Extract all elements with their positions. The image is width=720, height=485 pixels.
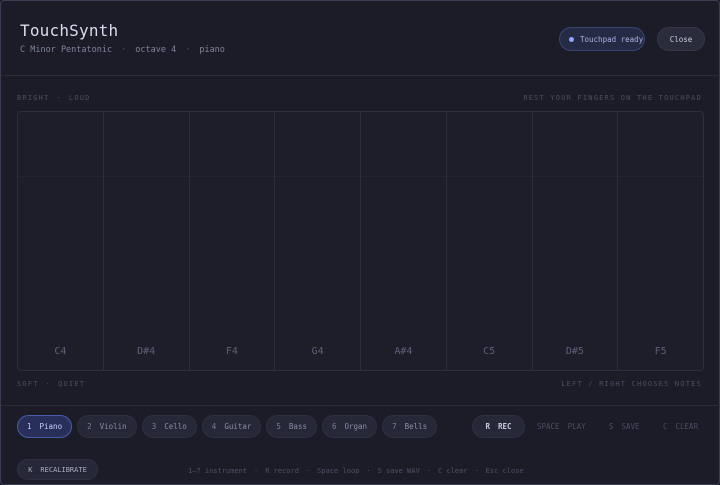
note-label: C5 bbox=[483, 346, 496, 357]
instrument-name: Guitar bbox=[224, 422, 252, 431]
header: TouchSynth C Minor Pentatonic · octave 4 · p… bbox=[1, 1, 720, 76]
shortcut-key: C bbox=[663, 422, 668, 431]
note-key[interactable]: C5 bbox=[446, 112, 533, 370]
shortcut-hint: Esc close bbox=[485, 467, 524, 475]
instrument-name: Cello bbox=[164, 422, 187, 431]
shortcut-key: K bbox=[28, 465, 33, 474]
shortcut-key: 6 bbox=[331, 422, 337, 431]
save-button[interactable]: S SAVE bbox=[609, 415, 640, 438]
loud-label: LOUD bbox=[68, 94, 91, 102]
instrument-name: Piano bbox=[39, 422, 63, 431]
instrument-name: Organ bbox=[344, 422, 368, 431]
instrument-organ-button[interactable]: 6 Organ bbox=[321, 415, 378, 438]
note-key[interactable]: A#4 bbox=[361, 112, 447, 370]
shortcut-key: 1 bbox=[27, 422, 32, 431]
note-label: D#4 bbox=[137, 346, 156, 357]
shortcut-key: 4 bbox=[211, 422, 217, 431]
quiet-label: QUIET bbox=[58, 380, 86, 388]
session-info: C Minor Pentatonic · octave 4 · piano bbox=[20, 45, 225, 55]
separator: · bbox=[56, 94, 62, 102]
grid-line bbox=[103, 176, 189, 177]
grid-line bbox=[532, 176, 618, 177]
note-label: C4 bbox=[54, 346, 67, 357]
instrument-selector: 1 Piano 2 Violin 3 Cello 4 Guitar 5 Bass 6 Org… bbox=[17, 415, 438, 438]
recalibrate-button[interactable]: K RECALIBRATE bbox=[17, 459, 98, 480]
shortcut-hint: Space loop bbox=[317, 467, 360, 475]
clear-button[interactable]: C CLEAR bbox=[663, 415, 698, 438]
app-title: TouchSynth bbox=[20, 21, 119, 40]
status-badge: Touchpad ready bbox=[559, 27, 645, 51]
shortcut-key: S bbox=[609, 422, 614, 431]
shortcut-key: 2 bbox=[87, 422, 92, 431]
separator: · bbox=[121, 45, 127, 55]
separator: · bbox=[474, 467, 479, 475]
shortcut-key: 3 bbox=[151, 422, 157, 431]
record-label: REC bbox=[497, 422, 512, 431]
separator: · bbox=[366, 467, 371, 475]
record-button[interactable]: R REC bbox=[472, 415, 525, 438]
note-label: F5 bbox=[654, 346, 667, 357]
note-label: F4 bbox=[225, 346, 238, 357]
separator: · bbox=[426, 467, 431, 475]
bright-label: BRIGHT bbox=[17, 94, 50, 102]
note-label: A#4 bbox=[394, 346, 413, 357]
separator: · bbox=[254, 467, 259, 475]
note-key[interactable]: D#5 bbox=[532, 112, 619, 370]
divider bbox=[1, 405, 720, 406]
clear-label: CLEAR bbox=[675, 422, 699, 431]
pad-bottom-right-hint: LEFT / RIGHT CHOOSES NOTES bbox=[561, 380, 702, 388]
app-window: TouchSynth C Minor Pentatonic · octave 4 · p… bbox=[0, 0, 720, 485]
grid-line bbox=[275, 176, 360, 177]
shortcut-hint: 1–7 instrument bbox=[188, 467, 248, 475]
note-key[interactable]: F5 bbox=[618, 112, 703, 370]
save-label: SAVE bbox=[621, 422, 640, 431]
soft-label: SOFT bbox=[17, 380, 39, 388]
recalibrate-label: RECALIBRATE bbox=[40, 465, 87, 474]
instrument-bells-button[interactable]: 7 Bells bbox=[382, 415, 438, 438]
instrument-violin-button[interactable]: 2 Violin bbox=[77, 415, 137, 438]
grid-line bbox=[189, 176, 275, 177]
grid-line bbox=[618, 176, 703, 177]
instrument-bass-button[interactable]: 5 Bass bbox=[266, 415, 317, 438]
pad-top-right-hint: REST YOUR FINGERS ON THE TOUCHPAD bbox=[523, 94, 702, 102]
instrument-name: Bells bbox=[404, 422, 428, 431]
note-key[interactable]: D#4 bbox=[103, 112, 190, 370]
octave-label: octave 4 bbox=[135, 45, 177, 55]
instrument-name: Violin bbox=[99, 422, 127, 431]
status-dot-icon bbox=[569, 36, 574, 42]
touchpad-area[interactable]: C4 D#4 F4 G4 A#4 C5 D#5 F5 bbox=[17, 111, 704, 371]
grid-line bbox=[446, 176, 532, 177]
status-text: Touchpad ready bbox=[580, 34, 644, 44]
shortcut-key: SPACE bbox=[537, 422, 560, 431]
note-key[interactable]: C4 bbox=[18, 112, 104, 370]
shortcut-key: 5 bbox=[276, 422, 281, 431]
close-button[interactable]: Close bbox=[657, 27, 705, 51]
shortcut-key: 7 bbox=[392, 422, 397, 431]
instrument-name: Bass bbox=[288, 422, 307, 431]
play-label: PLAY bbox=[567, 422, 586, 431]
shortcut-hint: C clear bbox=[437, 467, 468, 475]
instrument-label: piano bbox=[199, 45, 225, 55]
shortcut-hint: R record bbox=[265, 467, 299, 475]
instrument-piano-button[interactable]: 1 Piano bbox=[17, 415, 73, 438]
pad-top-left-hint: BRIGHT · LOUD bbox=[17, 94, 91, 102]
shortcut-key: R bbox=[485, 422, 490, 431]
grid-line bbox=[361, 176, 446, 177]
separator: · bbox=[185, 45, 191, 55]
grid-line bbox=[18, 176, 103, 177]
note-label: G4 bbox=[311, 346, 324, 357]
shortcut-help: 1–7 instrument · R record · Space loop · S sav… bbox=[188, 467, 524, 475]
instrument-guitar-button[interactable]: 4 Guitar bbox=[201, 415, 262, 438]
note-label: D#5 bbox=[565, 346, 584, 357]
scale-label: C Minor Pentatonic bbox=[20, 45, 113, 55]
note-key[interactable]: G4 bbox=[275, 112, 361, 370]
separator: · bbox=[45, 380, 52, 388]
separator: · bbox=[305, 467, 311, 475]
shortcut-hint: S save WAV bbox=[377, 467, 420, 475]
play-button[interactable]: SPACE PLAY bbox=[537, 415, 586, 438]
pad-bottom-left-hint: SOFT · QUIET bbox=[17, 380, 85, 388]
note-key[interactable]: F4 bbox=[189, 112, 276, 370]
instrument-cello-button[interactable]: 3 Cello bbox=[141, 415, 197, 438]
